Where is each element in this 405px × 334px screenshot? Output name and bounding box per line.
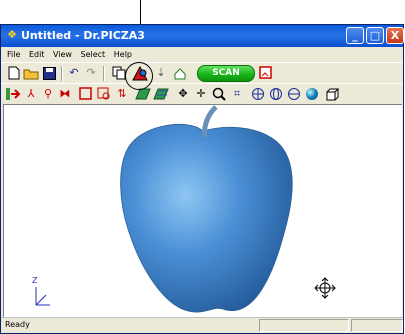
main-toolbar: ↶ ↷ ⇣ SCAN: [1, 62, 403, 82]
status-text: Ready: [5, 320, 30, 329]
status-pane-1: [259, 319, 349, 332]
window-title: Untitled - Dr.PICZA3: [21, 29, 145, 42]
open-folder-icon[interactable]: [23, 65, 39, 81]
axis-indicator: [35, 287, 50, 306]
status-pane-2: [351, 319, 403, 332]
minimize-button[interactable]: _: [346, 27, 364, 44]
import-points-icon[interactable]: [5, 86, 21, 102]
select-points-icon[interactable]: ⇅: [114, 86, 130, 102]
view-cube-icon[interactable]: [324, 86, 340, 102]
mirror-icon[interactable]: ⧓: [57, 86, 73, 102]
rotate-icon[interactable]: [250, 86, 266, 102]
zoom-box-icon[interactable]: [96, 86, 112, 102]
menu-bar: File Edit View Select Help: [1, 47, 403, 62]
app-icon: ❖: [7, 28, 17, 41]
menu-file[interactable]: File: [7, 47, 20, 62]
status-bar: Ready: [1, 317, 403, 334]
zoom-icon[interactable]: [211, 86, 227, 102]
menu-view[interactable]: View: [53, 47, 72, 62]
stylus-icon[interactable]: ⅄: [23, 86, 39, 102]
home-icon[interactable]: [172, 65, 188, 81]
move-icon[interactable]: ✥: [175, 86, 191, 102]
app-window: ❖ Untitled - Dr.PICZA3 _ □ X File Edit V…: [0, 24, 404, 334]
3d-viewport[interactable]: Z: [3, 104, 402, 318]
menu-select[interactable]: Select: [81, 47, 106, 62]
fit-icon[interactable]: ⌗: [229, 86, 245, 102]
new-file-icon[interactable]: [6, 65, 22, 81]
redo-icon[interactable]: ↷: [83, 65, 99, 81]
scan-area-icon[interactable]: [258, 65, 274, 81]
rotate-z-icon[interactable]: [286, 86, 302, 102]
select-region-icon[interactable]: [78, 86, 94, 102]
undo-icon[interactable]: ↶: [66, 65, 82, 81]
save-disk-icon[interactable]: [41, 65, 57, 81]
close-button[interactable]: X: [386, 27, 404, 44]
axis-label-z: Z: [32, 276, 38, 285]
scan-button[interactable]: SCAN: [197, 65, 255, 82]
pan-icon[interactable]: ✛: [193, 86, 209, 102]
title-bar: ❖ Untitled - Dr.PICZA3 _ □ X: [1, 25, 404, 47]
shaded-sphere-icon[interactable]: [304, 86, 320, 102]
menu-edit[interactable]: Edit: [29, 47, 45, 62]
maximize-button[interactable]: □: [366, 27, 384, 44]
navigation-gizmo-icon: [314, 277, 336, 299]
callout-circle: [125, 62, 153, 90]
probe-icon[interactable]: ⇣: [153, 65, 169, 81]
menu-help[interactable]: Help: [114, 47, 132, 62]
apple-model: Z: [32, 105, 336, 313]
probe-axis-icon[interactable]: ⚲: [40, 86, 56, 102]
view-toolbar: ⅄ ⚲ ⧓ ⇅ ✥ ✛ ⌗: [1, 83, 403, 103]
rotate-view-icon[interactable]: [268, 86, 284, 102]
surface-mesh-icon[interactable]: [153, 86, 169, 102]
